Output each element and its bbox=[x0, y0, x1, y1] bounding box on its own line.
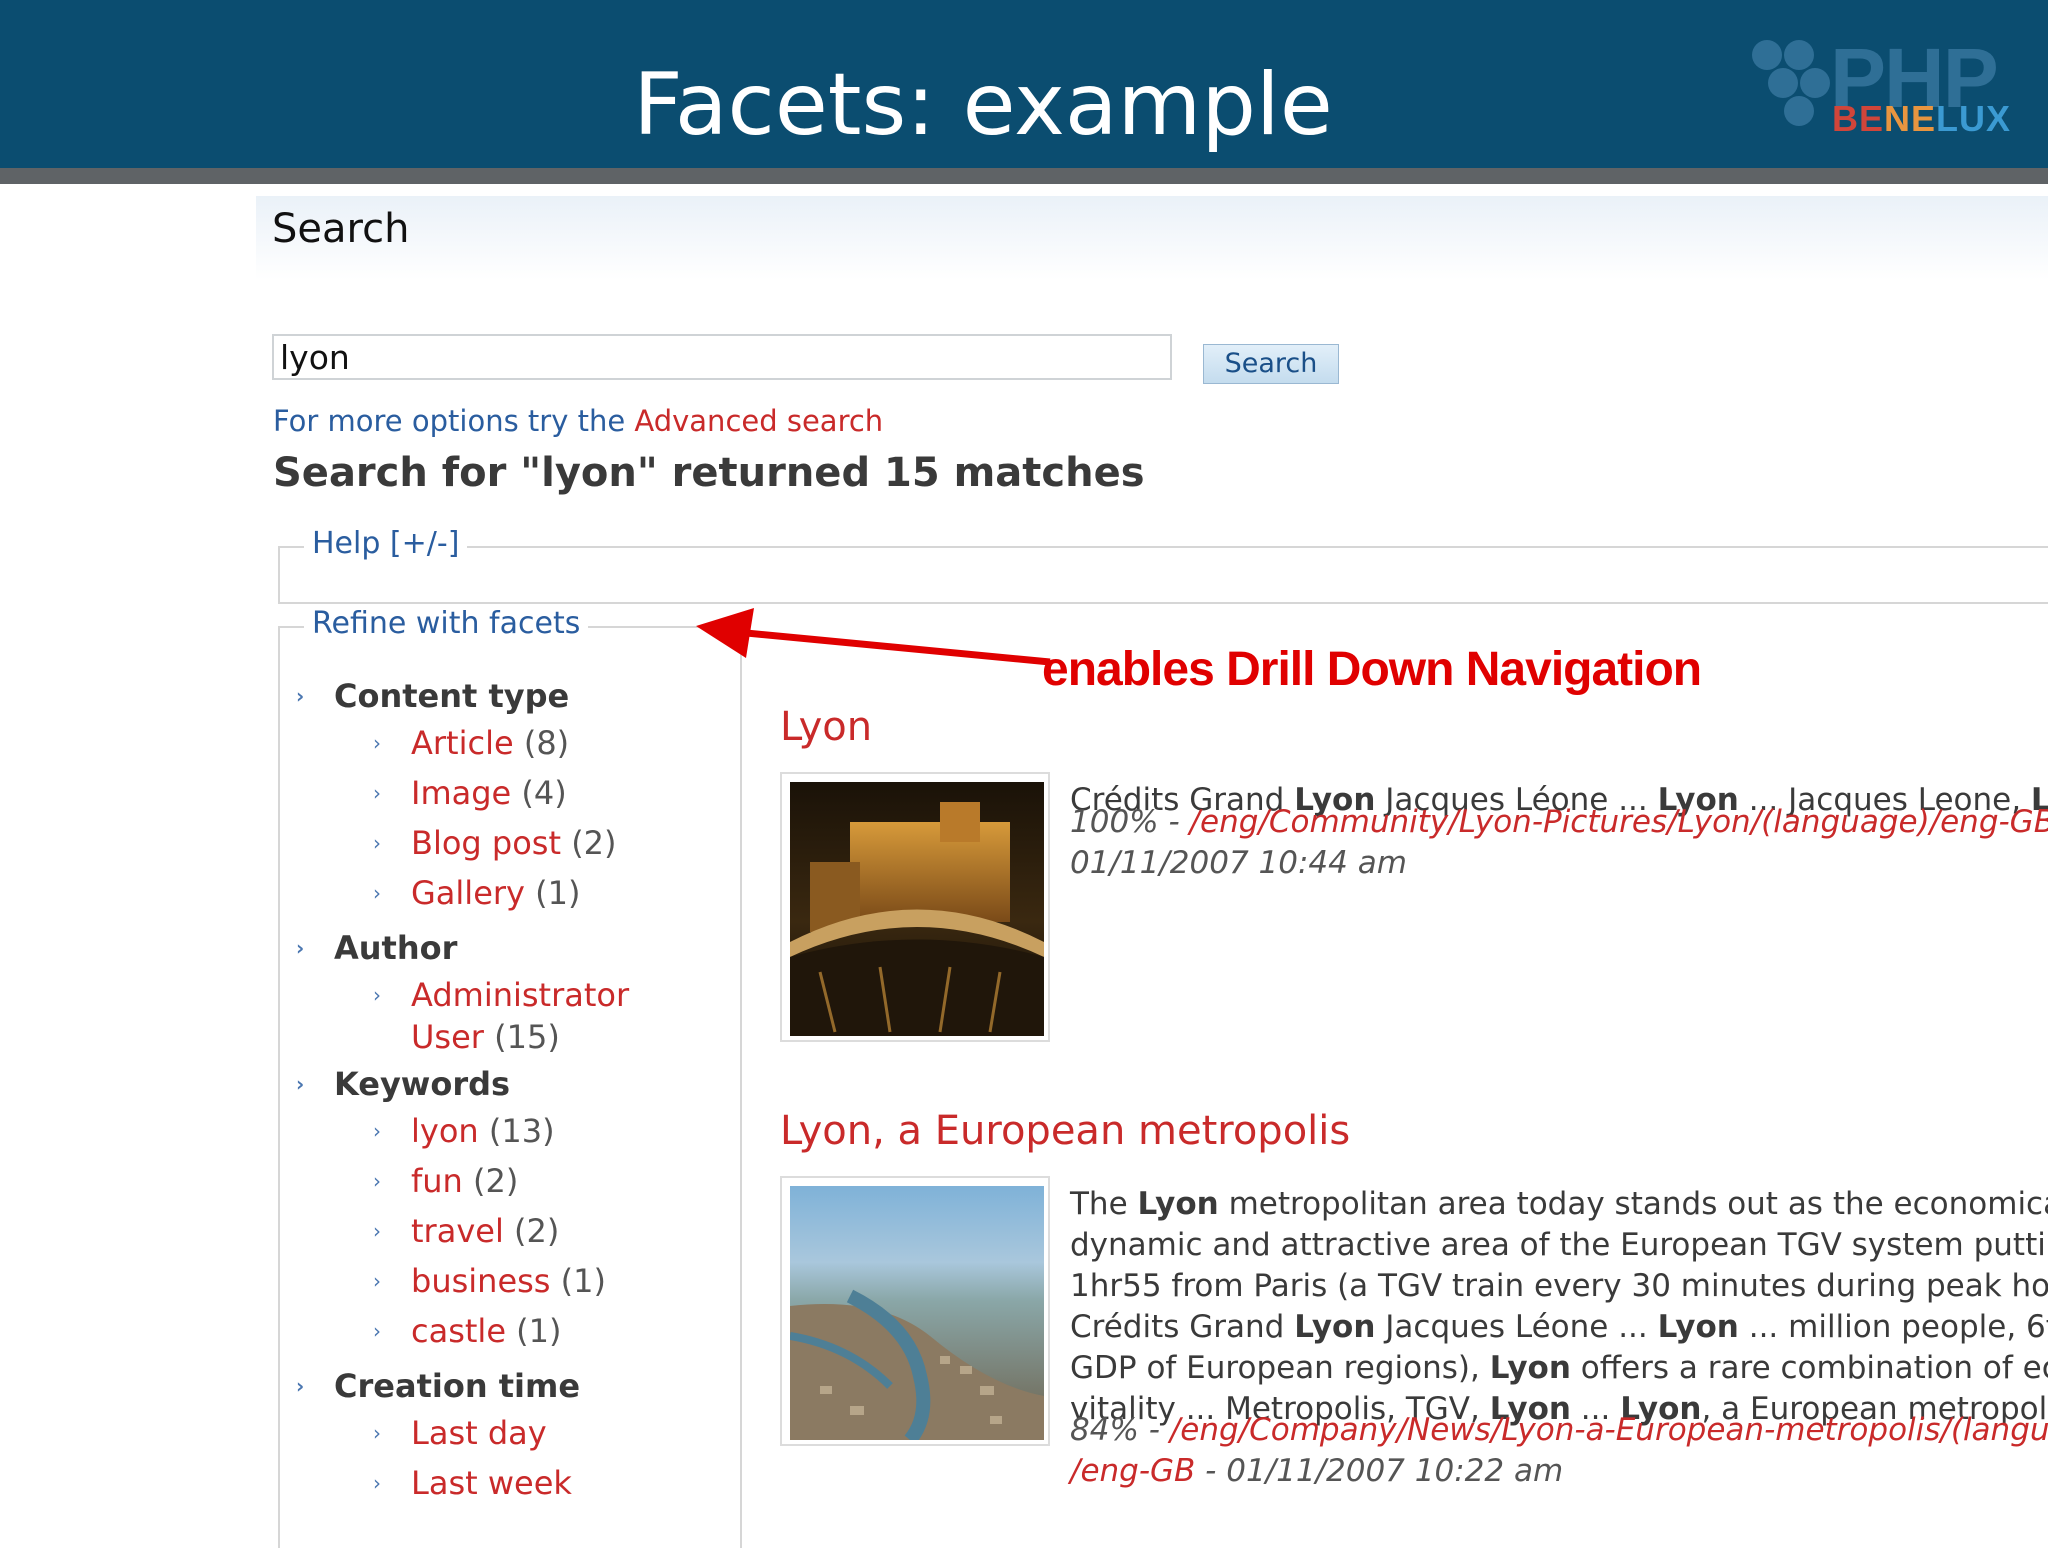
facet-item-count: (1) bbox=[516, 1312, 562, 1350]
facet-item-count: (13) bbox=[488, 1112, 555, 1150]
facet-item-count: (1) bbox=[535, 874, 581, 912]
facet-item-count: (2) bbox=[571, 824, 617, 862]
facet-group-title: › Creation time bbox=[296, 1360, 736, 1412]
facet-item[interactable]: › business (1) bbox=[296, 1260, 736, 1310]
bullet-icon: › bbox=[373, 1269, 381, 1293]
header-divider bbox=[0, 168, 2048, 184]
slide-title: Facets: example bbox=[633, 55, 1333, 155]
bullet-icon: › bbox=[373, 781, 381, 805]
facet-item[interactable]: › Blog post (2) bbox=[296, 822, 736, 872]
facet-item-count: (1) bbox=[560, 1262, 606, 1300]
facet-item-link[interactable]: castle bbox=[411, 1312, 506, 1350]
facet-item-count: (2) bbox=[514, 1212, 560, 1250]
facet-item-count: (15) bbox=[494, 1018, 560, 1056]
facet-group: › Creation time › Last day › Last week bbox=[296, 1360, 736, 1512]
result-snippet-line: Crédits Grand Lyon Jacques Léone ... Lyo… bbox=[1070, 1309, 2048, 1345]
advanced-search-link[interactable]: Advanced search bbox=[634, 404, 883, 438]
facet-item-count: (2) bbox=[473, 1162, 519, 1200]
facet-item[interactable]: › Article (8) bbox=[296, 722, 736, 772]
result-url-continuation[interactable]: /eng-GB bbox=[1070, 1453, 1195, 1489]
lyon-night-photo bbox=[790, 782, 1044, 1036]
facet-item[interactable]: › Gallery (1) bbox=[296, 872, 736, 922]
facet-group-title: › Content type bbox=[296, 670, 736, 722]
result-snippet-line: 1hr55 from Paris (a TGV train every 30 m… bbox=[1070, 1268, 2048, 1304]
facet-group: › Keywords › lyon (13) › fun (2) › travel (2) › b… bbox=[296, 1058, 736, 1360]
search-button[interactable]: Search bbox=[1203, 344, 1339, 384]
result-meta: 100% - /eng/Community/Lyon-Pictures/Lyon… bbox=[1070, 802, 2048, 843]
more-options-text: For more options try the Advanced search bbox=[273, 404, 884, 438]
logo-benelux-text: BENELUX bbox=[1832, 98, 2012, 139]
facet-item[interactable]: › Last week bbox=[296, 1462, 736, 1512]
result-date: /eng-GB - 01/11/2007 10:22 am bbox=[1070, 1453, 1564, 1489]
result-url-link[interactable]: /eng/Company/News/Lyon-a-European-metrop… bbox=[1170, 1412, 2048, 1448]
facet-item-link[interactable]: fun bbox=[411, 1162, 463, 1200]
page-heading: Search bbox=[272, 206, 410, 252]
bullet-icon: › bbox=[373, 831, 381, 855]
facet-group-title: › Keywords bbox=[296, 1058, 736, 1110]
facet-item-link[interactable]: business bbox=[411, 1262, 550, 1300]
facet-item-link[interactable]: Last day bbox=[411, 1414, 547, 1452]
arrow-shaft bbox=[735, 628, 1051, 666]
facet-group: › Author › Administrator User (15) bbox=[296, 922, 736, 1058]
facet-item-link[interactable]: Gallery bbox=[411, 874, 525, 912]
search-input[interactable] bbox=[272, 334, 1172, 380]
facet-group-title: › Author bbox=[296, 922, 736, 974]
bullet-icon: › bbox=[296, 1072, 305, 1096]
bullet-icon: › bbox=[373, 1169, 381, 1193]
facet-item-link[interactable]: lyon bbox=[411, 1112, 479, 1150]
lyon-aerial-photo bbox=[790, 1186, 1044, 1440]
php-benelux-logo: PHP BENELUX bbox=[1752, 30, 2022, 150]
bullet-icon: › bbox=[373, 1421, 381, 1445]
bullet-icon: › bbox=[296, 936, 305, 960]
result-snippet-line: The Lyon metropolitan area today stands … bbox=[1070, 1186, 2048, 1222]
facet-group: › Content type › Article (8) › Image (4) › Blog… bbox=[296, 670, 736, 922]
facet-item-link[interactable]: Blog post bbox=[411, 824, 561, 862]
result-title-link[interactable]: Lyon, a European metropolis bbox=[780, 1108, 1350, 1154]
bullet-icon: › bbox=[373, 1471, 381, 1495]
result-url-link[interactable]: /eng/Community/Lyon-Pictures/Lyon/(langu… bbox=[1190, 804, 2048, 840]
result-meta: 84% - /eng/Company/News/Lyon-a-European-… bbox=[1070, 1410, 2048, 1451]
facet-item[interactable]: › castle (1) bbox=[296, 1310, 736, 1360]
bullet-icon: › bbox=[296, 1374, 305, 1398]
result-thumbnail[interactable] bbox=[780, 1176, 1050, 1446]
facet-item[interactable]: › fun (2) bbox=[296, 1160, 736, 1210]
result-thumbnail[interactable] bbox=[780, 772, 1050, 1042]
bullet-icon: › bbox=[373, 881, 381, 905]
result-date: 01/11/2007 10:44 am bbox=[1070, 845, 1407, 881]
facet-item-link[interactable]: travel bbox=[411, 1212, 504, 1250]
facet-item[interactable]: › travel (2) bbox=[296, 1210, 736, 1260]
facet-item-link[interactable]: Last week bbox=[411, 1464, 572, 1502]
facet-item-link[interactable]: Image bbox=[411, 774, 511, 812]
result-snippet-line: GDP of European regions), Lyon offers a … bbox=[1070, 1350, 2048, 1386]
results-count-heading: Search for "lyon" returned 15 matches bbox=[273, 450, 1145, 496]
facet-list: › Content type › Article (8) › Image (4) › Blog… bbox=[296, 670, 736, 1512]
page-heading-band bbox=[256, 196, 2048, 280]
slide-header: Facets: example PHP BENELUX bbox=[0, 0, 2048, 168]
facet-item-count: (4) bbox=[521, 774, 567, 812]
bullet-icon: › bbox=[373, 731, 381, 755]
facet-item-count: (8) bbox=[523, 724, 570, 762]
result-snippet-line: dynamic and attractive area of the Europ… bbox=[1070, 1227, 2048, 1263]
bullet-icon: › bbox=[373, 1319, 381, 1343]
bullet-icon: › bbox=[373, 1219, 381, 1243]
drill-down-annotation: enables Drill Down Navigation bbox=[1042, 643, 1702, 696]
facets-legend: Refine with facets bbox=[304, 606, 589, 641]
bullet-icon: › bbox=[296, 684, 305, 708]
facet-item[interactable]: › lyon (13) bbox=[296, 1110, 736, 1160]
search-page: Search Search For more options try the A… bbox=[256, 196, 2048, 1548]
facet-item[interactable]: › Image (4) bbox=[296, 772, 736, 822]
facet-item[interactable]: › Administrator User (15) bbox=[296, 974, 711, 1058]
bullet-icon: › bbox=[373, 1119, 381, 1143]
bullet-icon: › bbox=[373, 983, 381, 1007]
facet-item-link[interactable]: Article bbox=[411, 724, 514, 762]
help-toggle-link[interactable]: Help [+/-] bbox=[304, 526, 468, 561]
result-title-link[interactable]: Lyon bbox=[780, 704, 872, 750]
arrow-head bbox=[696, 608, 754, 658]
facet-item[interactable]: › Last day bbox=[296, 1412, 736, 1462]
